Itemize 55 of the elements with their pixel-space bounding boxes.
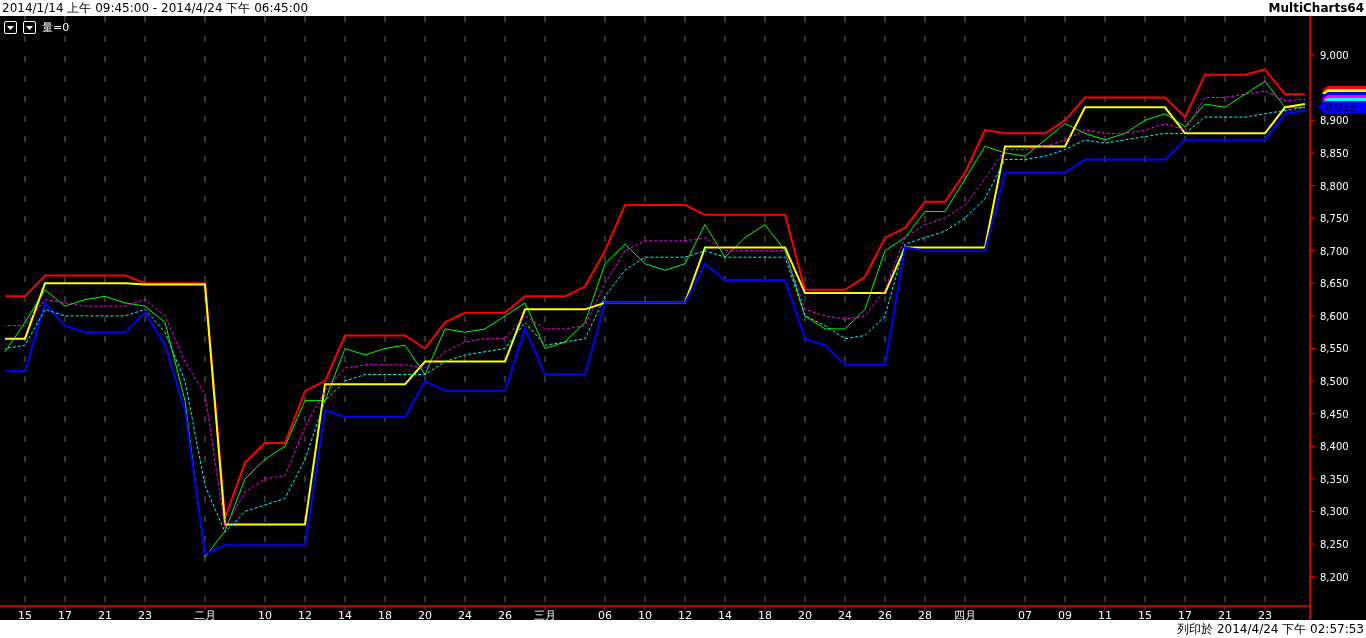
x-axis-label: 10	[638, 609, 652, 620]
x-axis-label: 09	[1058, 609, 1072, 620]
x-axis-label: 15	[18, 609, 32, 620]
x-axis-label: 06	[598, 609, 612, 620]
x-axis-label: 17	[1178, 609, 1192, 620]
dropdown-button[interactable]	[23, 21, 36, 34]
x-axis-label: 20	[418, 609, 432, 620]
x-axis-label: 二月	[194, 609, 216, 620]
x-axis-label: 20	[798, 609, 812, 620]
x-axis-label: 28	[918, 609, 932, 620]
x-axis-label: 12	[298, 609, 312, 620]
x-axis-label: 26	[498, 609, 512, 620]
x-axis-label: 17	[58, 609, 72, 620]
y-axis-label: 8,250	[1320, 539, 1349, 551]
x-axis-label: 14	[718, 609, 732, 620]
x-axis-label: 11	[1098, 609, 1112, 620]
y-axis-label: 8,350	[1320, 473, 1349, 485]
price-tag: 8,915	[1318, 101, 1366, 114]
caret-icon	[26, 25, 33, 30]
x-axis-label: 23	[138, 609, 152, 620]
y-axis-label: 8,200	[1320, 571, 1349, 583]
y-axis-label: 8,800	[1320, 180, 1349, 192]
x-axis-label: 23	[1258, 609, 1272, 620]
y-axis-label: 8,550	[1320, 343, 1349, 355]
print-timestamp: 列印於 2014/4/24 下午 02:57:53	[1177, 620, 1364, 638]
y-axis-label: 8,750	[1320, 213, 1349, 225]
x-axis-label: 21	[98, 609, 112, 620]
x-axis-label: 12	[678, 609, 692, 620]
y-axis-label: 8,900	[1320, 115, 1349, 127]
x-axis-label: 四月	[954, 609, 976, 620]
y-axis-label: 8,400	[1320, 441, 1349, 453]
y-axis-label: 9,000	[1320, 50, 1349, 62]
y-axis-label: 8,600	[1320, 310, 1349, 322]
y-axis-label: 8,850	[1320, 147, 1349, 159]
x-axis-label: 14	[338, 609, 352, 620]
x-axis-label: 07	[1018, 609, 1032, 620]
app-name: MultiCharts64	[1268, 0, 1364, 16]
volume-label: 量=0	[42, 20, 70, 35]
caret-icon	[7, 25, 14, 30]
date-range: 2014/1/14 上午 09:45:00 - 2014/4/24 下午 06:45:00	[2, 0, 309, 16]
x-axis-label: 三月	[534, 609, 556, 620]
x-axis-label: 18	[758, 609, 772, 620]
x-axis-label: 21	[1218, 609, 1232, 620]
y-axis-label: 8,650	[1320, 278, 1349, 290]
dropdown-button[interactable]	[4, 21, 17, 34]
y-axis-label: 8,500	[1320, 376, 1349, 388]
y-axis-label: 8,300	[1320, 506, 1349, 518]
x-axis-label: 24	[458, 609, 472, 620]
x-axis-label: 10	[258, 609, 272, 620]
x-axis-label: 26	[878, 609, 892, 620]
x-axis-label: 18	[378, 609, 392, 620]
x-axis-label: 24	[838, 609, 852, 620]
y-axis-label: 8,700	[1320, 245, 1349, 257]
x-axis-label: 15	[1138, 609, 1152, 620]
y-axis-label: 8,450	[1320, 408, 1349, 420]
